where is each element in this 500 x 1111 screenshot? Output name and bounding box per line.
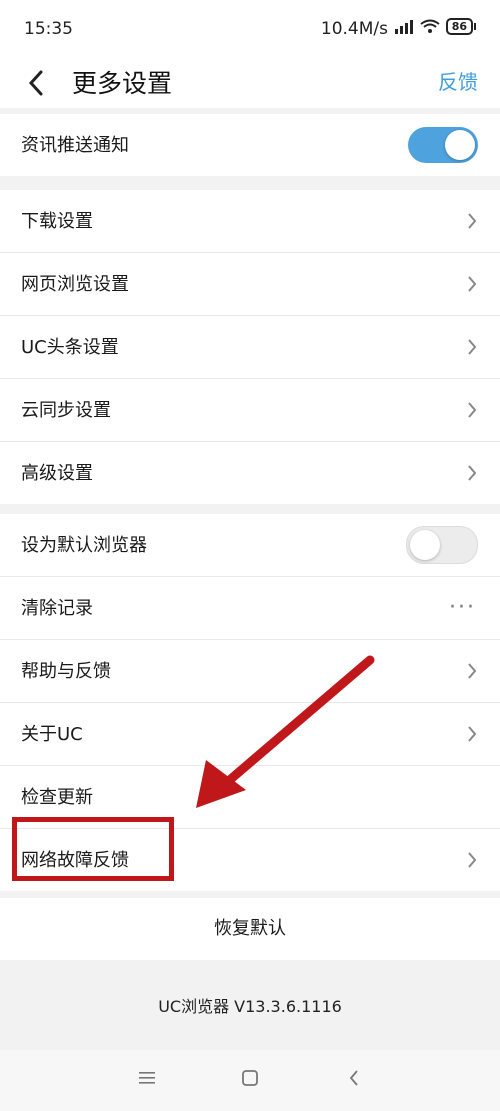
setting-row-advanced[interactable]: 高级设置: [0, 442, 500, 504]
signal-icon: [394, 19, 413, 34]
battery-icon: 86: [445, 18, 473, 35]
setting-label: UC头条设置: [21, 337, 119, 358]
setting-label: 清除记录: [21, 598, 93, 619]
chevron-right-icon: [468, 276, 477, 292]
chevron-right-icon: [468, 663, 477, 679]
default-browser-toggle[interactable]: [406, 526, 478, 564]
setting-row-download[interactable]: 下载设置: [0, 190, 500, 253]
version-text: UC浏览器 V13.3.6.1116: [158, 997, 342, 1016]
annotation-highlight-box: [12, 817, 174, 881]
status-bar: 15:35 10.4M/s 86: [0, 0, 500, 58]
chevron-right-icon: [468, 726, 477, 742]
setting-row-help-feedback[interactable]: 帮助与反馈: [0, 640, 500, 703]
chevron-right-icon: [468, 465, 477, 481]
setting-row-default-browser[interactable]: 设为默认浏览器: [0, 514, 500, 577]
setting-row-clear-history[interactable]: 清除记录 ···: [0, 577, 500, 640]
setting-label: 帮助与反馈: [21, 661, 111, 682]
chevron-right-icon: [468, 339, 477, 355]
setting-label: 云同步设置: [21, 400, 111, 421]
nav-back-icon[interactable]: [345, 1068, 363, 1088]
setting-label: 设为默认浏览器: [21, 535, 147, 556]
setting-label: 高级设置: [21, 463, 93, 484]
setting-row-web-browsing[interactable]: 网页浏览设置: [0, 253, 500, 316]
feedback-link[interactable]: 反馈: [438, 66, 478, 95]
restore-defaults-button[interactable]: 恢复默认: [0, 898, 500, 960]
setting-label: 下载设置: [21, 211, 93, 232]
section-notifications: 资讯推送通知: [0, 114, 500, 176]
chevron-right-icon: [468, 852, 477, 868]
system-nav-bar: [0, 1050, 500, 1111]
wifi-icon: [420, 19, 440, 33]
status-time: 15:35: [24, 19, 73, 39]
setting-label: 检查更新: [21, 787, 93, 808]
setting-row-push-notification[interactable]: 资讯推送通知: [0, 114, 500, 176]
setting-row-about-uc[interactable]: 关于UC: [0, 703, 500, 766]
home-icon[interactable]: [241, 1068, 259, 1088]
title-bar: 更多设置 反馈: [0, 58, 500, 108]
chevron-right-icon: [468, 402, 477, 418]
network-speed: 10.4M/s: [320, 19, 388, 39]
page-title: 更多设置: [72, 69, 173, 98]
push-notification-toggle[interactable]: [408, 127, 478, 163]
back-icon[interactable]: [22, 66, 52, 100]
setting-row-uc-headlines[interactable]: UC头条设置: [0, 316, 500, 379]
chevron-right-icon: [468, 213, 477, 229]
section-settings: 下载设置 网页浏览设置 UC头条设置 云同步设置 高级设置: [0, 190, 500, 504]
setting-label: 资讯推送通知: [21, 135, 129, 156]
setting-label: 网页浏览设置: [21, 274, 129, 295]
more-dots-icon[interactable]: ···: [449, 595, 476, 620]
menu-icon[interactable]: [138, 1068, 156, 1088]
setting-row-cloud-sync[interactable]: 云同步设置: [0, 379, 500, 442]
setting-label: 关于UC: [21, 724, 83, 745]
